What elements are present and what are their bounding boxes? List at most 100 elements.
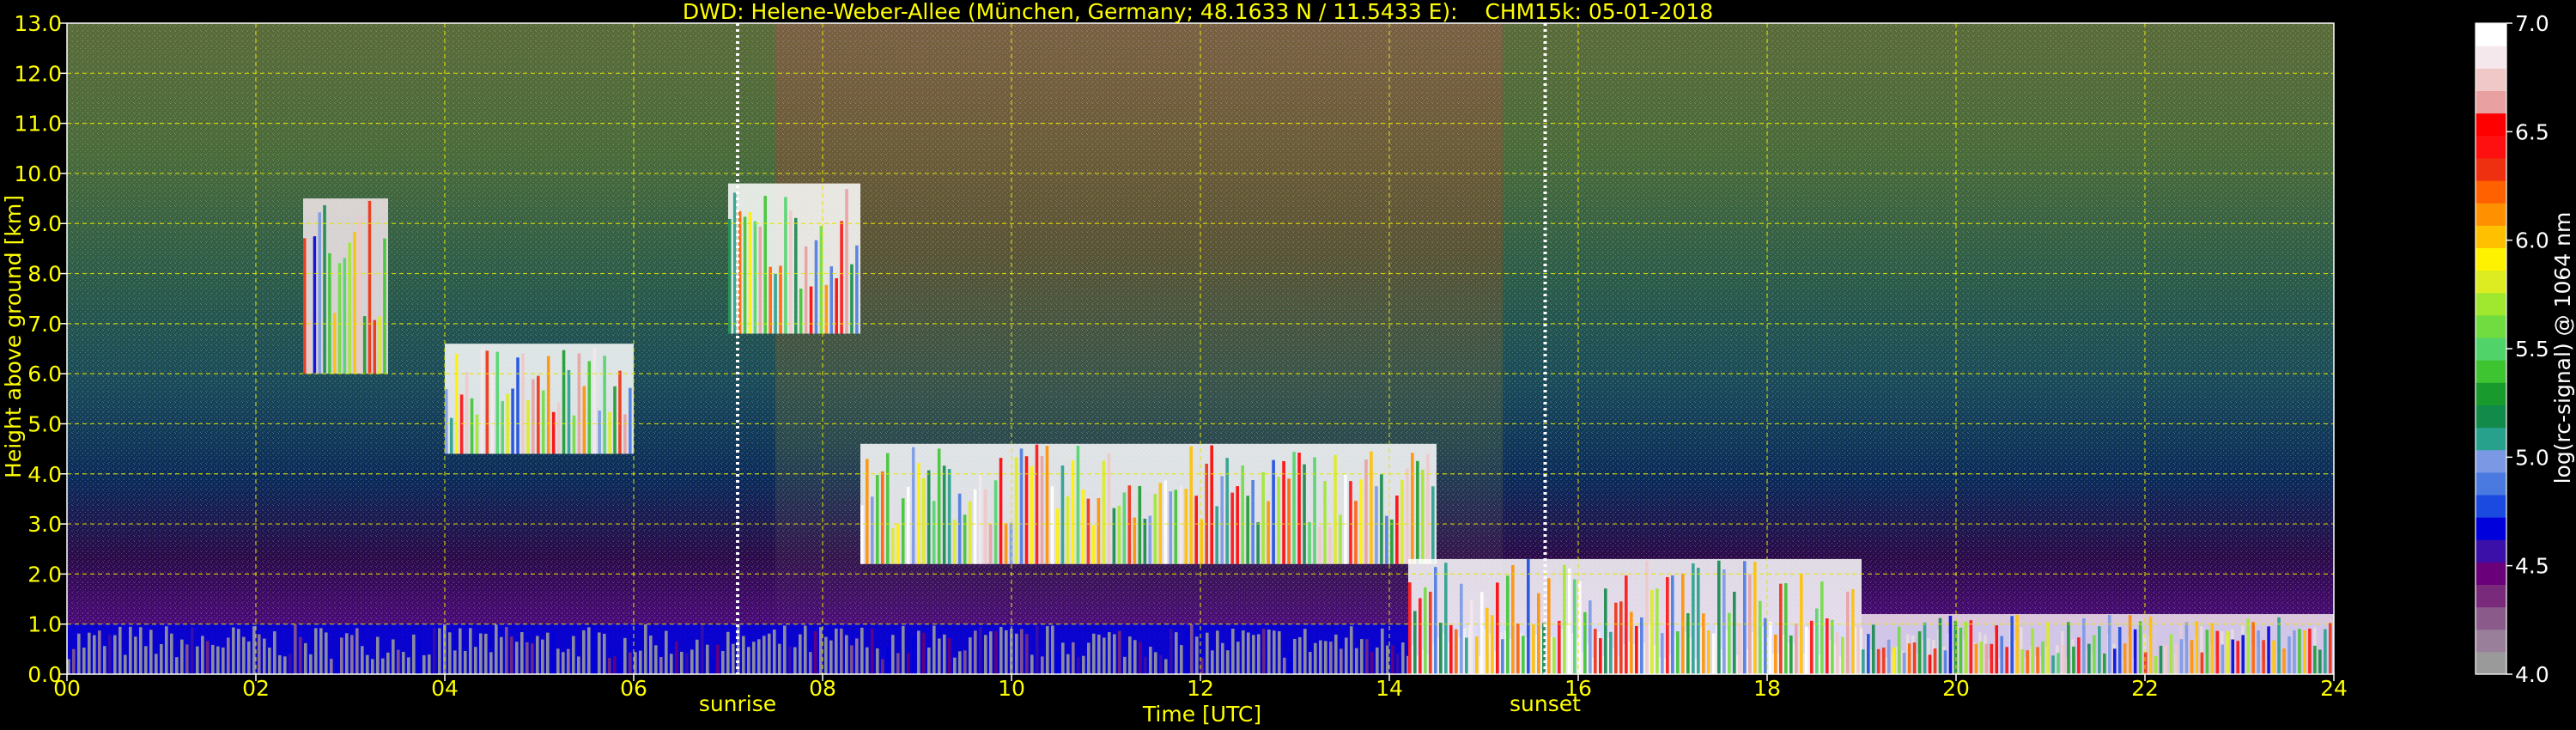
layer-stripe bbox=[1179, 485, 1183, 564]
layer-stripe bbox=[917, 630, 920, 674]
layer-stripe bbox=[196, 646, 199, 674]
layer-stripe bbox=[2051, 655, 2055, 674]
layer-stripe bbox=[392, 639, 395, 674]
layer-stripe bbox=[1974, 643, 1978, 674]
colorbar-segment bbox=[2476, 247, 2506, 271]
layer-stripe bbox=[969, 637, 972, 674]
layer-stripe bbox=[1496, 582, 1499, 674]
layer-stripe bbox=[283, 656, 287, 674]
layer-stripe bbox=[1025, 634, 1029, 674]
layer-stripe bbox=[417, 642, 421, 674]
layer-stripe bbox=[1537, 593, 1540, 674]
layer-stripe bbox=[252, 626, 256, 674]
layer-stripe bbox=[2303, 630, 2306, 674]
layer-stripe bbox=[1465, 637, 1468, 674]
layer-stripe bbox=[1355, 648, 1358, 674]
layer-stripe bbox=[680, 651, 683, 674]
layer-stripe bbox=[1426, 453, 1430, 564]
layer-stripe bbox=[711, 659, 714, 674]
layer-stripe bbox=[232, 627, 235, 674]
layer-stripe bbox=[1594, 629, 1597, 674]
layer-stripe bbox=[433, 628, 436, 674]
y-tick-label: 12.0 bbox=[14, 61, 62, 86]
layer-stripe bbox=[2277, 617, 2281, 674]
layer-stripe bbox=[1308, 521, 1311, 564]
layer-stripe bbox=[1619, 601, 1623, 674]
layer-stripe bbox=[103, 646, 106, 674]
layer-stripe bbox=[1122, 492, 1127, 564]
layer-stripe bbox=[139, 627, 143, 674]
layer-stripe bbox=[1086, 498, 1091, 564]
layer-stripe bbox=[850, 645, 854, 674]
layer-stripe bbox=[1413, 611, 1417, 674]
layer-stripe bbox=[2057, 653, 2060, 674]
layer-stripe bbox=[2138, 621, 2142, 674]
layer-stripe bbox=[1066, 496, 1070, 564]
layer-stripe bbox=[1764, 617, 1767, 674]
layer-stripe bbox=[1163, 480, 1168, 564]
y-tick-label: 7.0 bbox=[27, 312, 62, 337]
layer-stripe bbox=[932, 501, 936, 564]
layer-stripe bbox=[1175, 632, 1178, 674]
colorbar-segment bbox=[2476, 270, 2506, 294]
y-tick-label: 1.0 bbox=[27, 612, 62, 637]
layer-stripe bbox=[1076, 446, 1080, 564]
layer-stripe bbox=[335, 656, 338, 674]
layer-stripe bbox=[1323, 481, 1327, 564]
layer-stripe bbox=[896, 523, 900, 564]
layer-stripe bbox=[582, 630, 586, 674]
layer-stripe bbox=[1221, 642, 1224, 674]
layer-stripe bbox=[412, 634, 416, 674]
layer-stripe bbox=[366, 654, 369, 674]
layer-stripe bbox=[1226, 650, 1230, 674]
layer-stripe bbox=[1635, 625, 1638, 674]
layer-stripe bbox=[824, 284, 829, 334]
layer-stripe bbox=[783, 625, 787, 674]
layer-stripe bbox=[845, 635, 848, 674]
layer-stripe bbox=[639, 650, 642, 674]
layer-stripe bbox=[368, 200, 372, 374]
layer-stripe bbox=[793, 647, 797, 674]
layer-stripe bbox=[1108, 632, 1111, 674]
layer-stripe bbox=[916, 463, 920, 564]
layer-stripe bbox=[1298, 636, 1302, 674]
layer-stripe bbox=[1406, 468, 1409, 564]
layer-stripe bbox=[649, 636, 653, 674]
layer-stripe bbox=[299, 636, 302, 674]
layer-stripe bbox=[1836, 632, 1839, 674]
layer-stripe bbox=[2205, 630, 2209, 674]
colorbar-tick-label: 4.5 bbox=[2515, 554, 2549, 579]
x-tick-label: 16 bbox=[1564, 676, 1592, 701]
layer-stripe bbox=[2324, 629, 2327, 674]
layer-stripe bbox=[1851, 588, 1855, 674]
colorbar-tick-label: 7.0 bbox=[2515, 11, 2549, 36]
layer-stripe bbox=[1024, 456, 1029, 564]
layer-stripe bbox=[1666, 576, 1669, 674]
layer-stripe bbox=[2195, 621, 2199, 674]
layer-stripe bbox=[465, 371, 469, 454]
layer-stripe bbox=[1097, 497, 1101, 564]
layer-stripe bbox=[654, 645, 658, 674]
layer-stripe bbox=[1717, 560, 1721, 674]
layer-stripe bbox=[1277, 477, 1280, 564]
layer-stripe bbox=[1287, 478, 1291, 564]
layer-stripe bbox=[2246, 618, 2250, 674]
layer-stripe bbox=[2133, 629, 2137, 674]
layer-stripe bbox=[587, 627, 591, 674]
layer-stripe bbox=[1753, 562, 1757, 674]
layer-stripe bbox=[1370, 651, 1374, 674]
layer-stripe bbox=[1547, 578, 1551, 674]
layer-stripe bbox=[562, 350, 566, 454]
layer-stripe bbox=[1036, 625, 1039, 674]
colorbar-segment bbox=[2476, 90, 2506, 114]
layer-stripe bbox=[318, 212, 321, 374]
layer-stripe bbox=[489, 652, 493, 674]
layer-stripe bbox=[1485, 607, 1489, 674]
layer-stripe bbox=[1303, 629, 1307, 674]
layer-stripe bbox=[2112, 648, 2117, 674]
layer-stripe bbox=[1297, 453, 1301, 564]
layer-stripe bbox=[1424, 587, 1427, 674]
layer-stripe bbox=[758, 226, 762, 334]
layer-stripe bbox=[1123, 656, 1127, 674]
layer-stripe bbox=[144, 646, 148, 674]
